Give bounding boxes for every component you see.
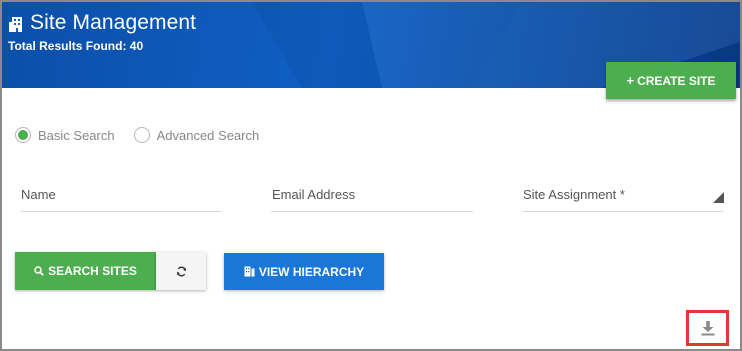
sitemap-icon <box>244 266 255 277</box>
create-site-label: CREATE SITE <box>637 73 716 88</box>
results-count: Total Results Found: 40 <box>8 39 144 53</box>
advanced-search-radio[interactable]: Advanced Search <box>133 127 260 143</box>
radio-unselected-indicator <box>133 127 150 143</box>
search-sites-label: SEARCH SITES <box>48 264 137 278</box>
page-title-row: Site Management <box>8 11 196 35</box>
radio-selected-indicator <box>15 127 31 143</box>
search-sites-button[interactable]: SEARCH SITES <box>15 252 156 290</box>
download-button[interactable] <box>686 310 729 346</box>
basic-search-radio[interactable]: Basic Search <box>15 127 115 143</box>
site-management-panel: Site Management Total Results Found: 40 … <box>0 0 742 351</box>
basic-search-label: Basic Search <box>38 127 115 143</box>
refresh-icon <box>176 266 187 277</box>
building-icon <box>9 17 22 32</box>
dropdown-arrow-icon <box>713 192 724 203</box>
view-hierarchy-label: VIEW HIERARCHY <box>258 264 365 279</box>
site-assignment-select[interactable]: Site Assignment * <box>522 178 724 212</box>
advanced-search-label: Advanced Search <box>156 127 260 143</box>
page-title: Site Management <box>30 11 197 34</box>
view-hierarchy-button[interactable]: VIEW HIERARCHY <box>224 253 384 290</box>
search-icon <box>34 266 44 276</box>
reset-button[interactable] <box>156 252 206 290</box>
name-field-label: Name <box>21 187 56 202</box>
name-field[interactable]: Name <box>20 178 222 212</box>
site-assignment-label: Site Assignment * <box>523 187 625 202</box>
email-field-label: Email Address <box>272 187 356 202</box>
create-site-button[interactable]: + CREATE SITE <box>606 62 736 99</box>
download-icon <box>701 321 714 336</box>
email-field[interactable]: Email Address <box>271 178 473 212</box>
plus-icon: + <box>626 73 635 88</box>
search-mode-group: Basic Search Advanced Search <box>15 127 278 143</box>
